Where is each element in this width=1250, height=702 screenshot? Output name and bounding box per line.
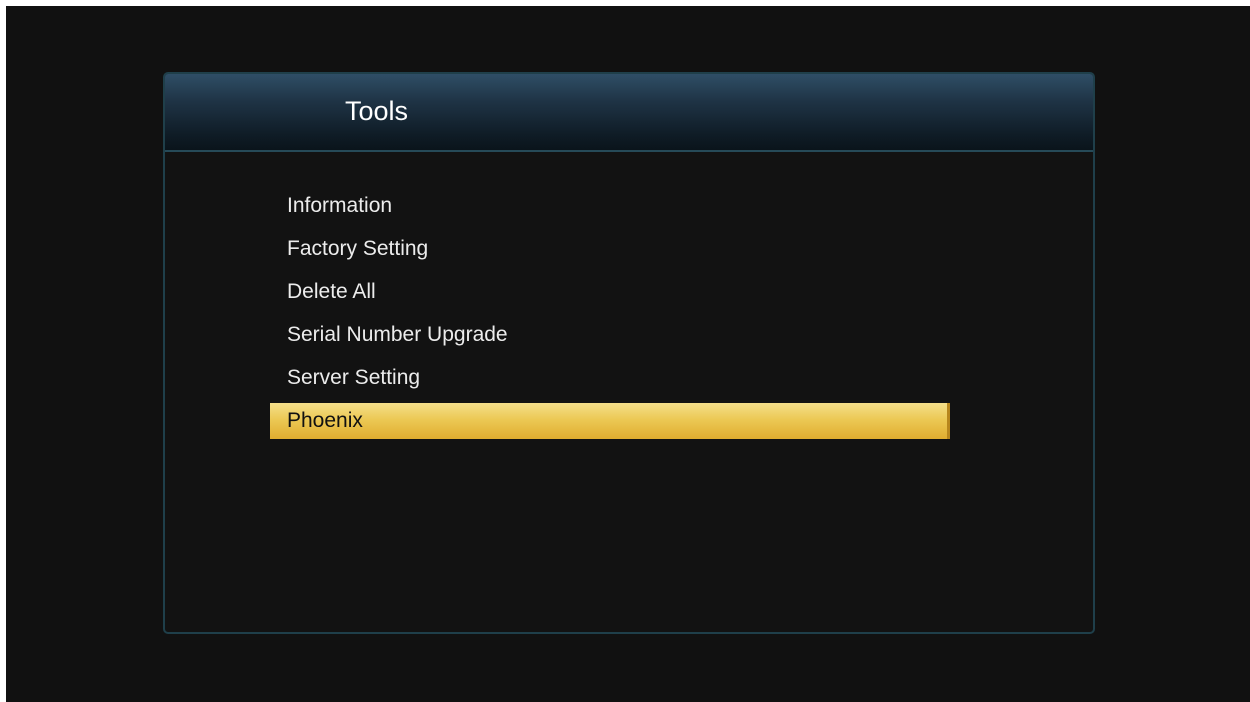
panel-header: Tools — [165, 74, 1093, 152]
menu-item-factory-setting[interactable]: Factory Setting — [270, 231, 950, 267]
menu-item-phoenix[interactable]: Phoenix — [270, 403, 950, 439]
menu-item-delete-all[interactable]: Delete All — [270, 274, 950, 310]
tv-screen: Tools Information Factory Setting Delete… — [6, 6, 1250, 702]
menu-item-information[interactable]: Information — [270, 188, 950, 224]
page-title: Tools — [345, 96, 409, 126]
menu-item-server-setting[interactable]: Server Setting — [270, 360, 950, 396]
tools-menu-list: Information Factory Setting Delete All S… — [270, 188, 950, 446]
tools-menu-panel: Tools Information Factory Setting Delete… — [163, 72, 1095, 634]
menu-item-serial-number-upgrade[interactable]: Serial Number Upgrade — [270, 317, 950, 353]
